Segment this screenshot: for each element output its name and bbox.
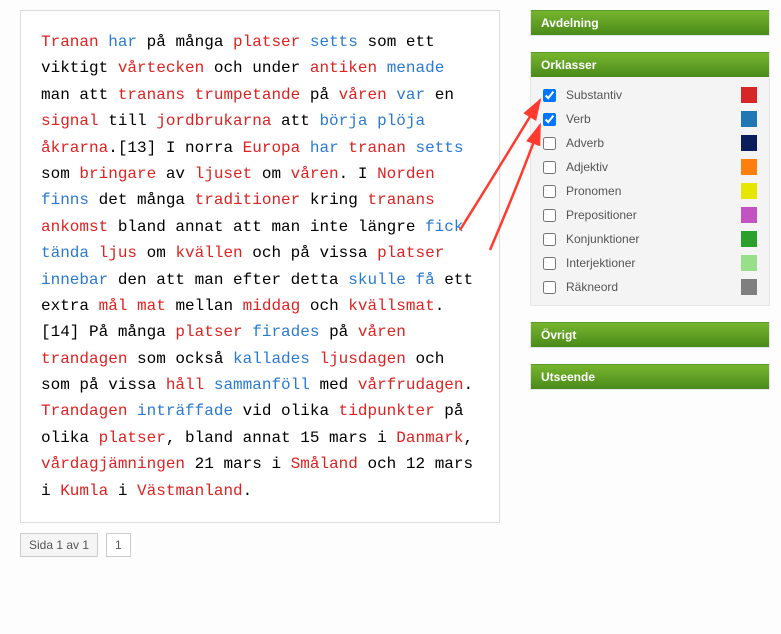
word-class-row: Räkneord	[537, 275, 763, 299]
panel-orklasser: Orklasser Substantiv Verb Adverb Adjektiv Pr…	[530, 52, 770, 306]
pager: Sida 1 av 1 1	[20, 533, 500, 557]
word-class-label: Prepositioner	[566, 208, 731, 222]
word-class-row: Adverb	[537, 131, 763, 155]
word-class-checkbox[interactable]	[543, 233, 556, 246]
pager-page-1[interactable]: 1	[106, 533, 131, 557]
word-class-label: Interjektioner	[566, 256, 731, 270]
panel-header-utseende[interactable]: Utseende	[531, 364, 769, 389]
word-class-row: Substantiv	[537, 83, 763, 107]
panel-utseende: Utseende	[530, 364, 770, 390]
word-class-checkbox[interactable]	[543, 137, 556, 150]
word-class-checkbox[interactable]	[543, 89, 556, 102]
word-class-checkbox[interactable]	[543, 113, 556, 126]
color-swatch	[741, 111, 757, 127]
word-class-label: Adverb	[566, 136, 731, 150]
word-class-checkbox[interactable]	[543, 209, 556, 222]
color-swatch	[741, 183, 757, 199]
word-class-row: Pronomen	[537, 179, 763, 203]
word-class-checkbox[interactable]	[543, 185, 556, 198]
word-class-row: Konjunktioner	[537, 227, 763, 251]
word-class-row: Verb	[537, 107, 763, 131]
color-swatch	[741, 231, 757, 247]
panel-header-ovrigt[interactable]: Övrigt	[531, 322, 769, 347]
word-class-row: Interjektioner	[537, 251, 763, 275]
color-swatch	[741, 159, 757, 175]
panel-ovrigt: Övrigt	[530, 322, 770, 348]
word-class-row: Adjektiv	[537, 155, 763, 179]
word-class-checkbox[interactable]	[543, 257, 556, 270]
panel-header-avdelning[interactable]: Avdelning	[531, 10, 769, 35]
word-class-label: Pronomen	[566, 184, 731, 198]
word-class-label: Konjunktioner	[566, 232, 731, 246]
word-class-list: Substantiv Verb Adverb Adjektiv Pronomen Prep…	[531, 77, 769, 305]
word-class-checkbox[interactable]	[543, 161, 556, 174]
word-class-label: Substantiv	[566, 88, 731, 102]
word-class-label: Räkneord	[566, 280, 731, 294]
word-class-checkbox[interactable]	[543, 281, 556, 294]
panel-header-orklasser[interactable]: Orklasser	[531, 52, 769, 77]
word-class-label: Adjektiv	[566, 160, 731, 174]
word-class-row: Prepositioner	[537, 203, 763, 227]
color-swatch	[741, 279, 757, 295]
color-swatch	[741, 255, 757, 271]
word-class-label: Verb	[566, 112, 731, 126]
highlighted-text-panel: Tranan har på många platser setts som et…	[20, 10, 500, 523]
color-swatch	[741, 135, 757, 151]
panel-avdelning: Avdelning	[530, 10, 770, 36]
pager-status: Sida 1 av 1	[20, 533, 98, 557]
color-swatch	[741, 87, 757, 103]
color-swatch	[741, 207, 757, 223]
